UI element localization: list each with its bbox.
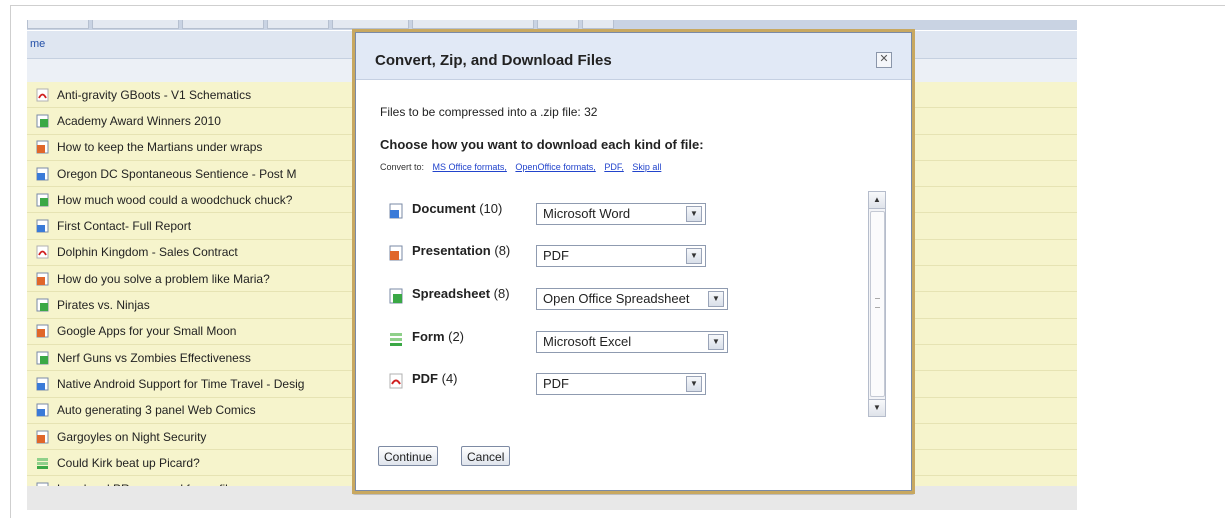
convert-to-row: Convert to: MS Office formats, OpenOffic… [380,162,661,172]
file-name[interactable]: Could Kirk beat up Picard? [57,456,200,470]
selected-value: Microsoft Excel [543,334,632,349]
document-icon [36,219,49,233]
document-format-select[interactable]: Microsoft Word ▼ [536,203,706,225]
chevron-down-icon[interactable]: ▼ [686,206,702,222]
file-type-count: (10) [479,201,503,216]
file-type-name: PDF [412,371,438,386]
file-name[interactable]: Dolphin Kingdom - Sales Contract [57,245,238,259]
scroll-up-icon[interactable]: ▲ [869,192,885,209]
dialog-body: Files to be compressed into a .zip file:… [356,80,911,490]
spreadsheet-icon [36,193,49,207]
tab-stub[interactable] [27,20,89,29]
file-name[interactable]: Google Apps for your Small Moon [57,324,236,338]
file-type-form: Form (2) Microsoft Excel ▼ [378,325,738,353]
file-type-name: Form [412,329,445,344]
spreadsheet-icon [36,351,49,365]
tab-stub[interactable] [412,20,534,29]
file-name[interactable]: Nerf Guns vs Zombies Effectiveness [57,351,251,365]
file-name[interactable]: Pirates vs. Ninjas [57,298,150,312]
tab-stub[interactable] [332,20,409,29]
file-type-name: Document [412,201,476,216]
close-icon[interactable]: ✕ [876,52,892,68]
pdf-format-select[interactable]: PDF ▼ [536,373,706,395]
file-name[interactable]: How to keep the Martians under wraps [57,140,262,154]
tab-stub[interactable] [92,20,179,29]
cancel-button[interactable]: Cancel [461,446,511,466]
file-type-count: (4) [441,371,458,386]
dialog-title: Convert, Zip, and Download Files [375,52,612,69]
file-name[interactable]: Oregon DC Spontaneous Sentience - Post M [57,167,296,181]
scroll-down-icon[interactable]: ▼ [869,399,885,416]
selected-value: PDF [543,248,569,263]
file-type-scrollbox: Document (10) Microsoft Word ▼ Presentat… [378,187,896,439]
pdf-icon [36,245,49,259]
form-icon [36,456,49,470]
file-type-pdf: PDF (4) PDF ▼ [378,367,738,395]
tab-stub[interactable] [537,20,579,29]
selected-value: PDF [543,376,569,391]
continue-button[interactable]: Continue [378,446,439,466]
tab-stub[interactable] [182,20,264,29]
convert-dialog: Convert, Zip, and Download Files ✕ Files… [355,32,912,491]
spreadsheet-icon [388,288,404,304]
tab-stub[interactable] [582,20,614,29]
skip-all-link[interactable]: Skip all [632,162,661,172]
chevron-down-icon[interactable]: ▼ [708,334,724,350]
file-name[interactable]: Academy Award Winners 2010 [57,114,221,128]
chevron-down-icon[interactable]: ▼ [686,248,702,264]
spreadsheet-icon [36,298,49,312]
pdf-icon [36,88,49,102]
file-type-name: Presentation [412,243,491,258]
file-type-document: Document (10) Microsoft Word ▼ [378,197,738,225]
convert-ms-office-link[interactable]: MS Office formats, [433,162,507,172]
file-name[interactable]: How much wood could a woodchuck chuck? [57,193,292,207]
file-name[interactable]: First Contact- Full Report [57,219,191,233]
chevron-down-icon[interactable]: ▼ [686,376,702,392]
file-name[interactable]: How do you solve a problem like Maria? [57,272,270,286]
file-type-spreadsheet: Spreadsheet (8) Open Office Spreadsheet … [378,282,738,310]
convert-pdf-link[interactable]: PDF, [604,162,624,172]
form-icon [388,331,404,347]
presentation-icon [36,430,49,444]
dialog-titlebar[interactable]: Convert, Zip, and Download Files ✕ [356,33,911,80]
selected-value: Open Office Spreadsheet [543,291,690,306]
vertical-scrollbar[interactable]: ▲ ▼ [868,191,886,417]
file-type-presentation: Presentation (8) PDF ▼ [378,239,738,267]
convert-openoffice-link[interactable]: OpenOffice formats, [515,162,595,172]
file-type-count: (2) [448,329,465,344]
chevron-down-icon[interactable]: ▼ [708,291,724,307]
header-link[interactable]: me [30,38,45,50]
spreadsheet-icon [36,114,49,128]
file-count-text: Files to be compressed into a .zip file:… [380,105,598,119]
file-type-count: (8) [494,243,511,258]
scroll-thumb[interactable] [870,211,885,397]
spreadsheet-format-select[interactable]: Open Office Spreadsheet ▼ [536,288,728,310]
document-icon [36,377,49,391]
presentation-icon [36,272,49,286]
tab-stub[interactable] [267,20,329,29]
presentation-icon [388,245,404,261]
presentation-icon [36,140,49,154]
presentation-icon [36,324,49,338]
file-name[interactable]: Native Android Support for Time Travel -… [57,377,304,391]
convert-to-label: Convert to: [380,162,425,172]
file-name[interactable]: Anti-gravity GBoots - V1 Schematics [57,88,251,102]
document-icon [388,203,404,219]
document-icon [36,167,49,181]
form-format-select[interactable]: Microsoft Excel ▼ [536,331,728,353]
document-icon [36,403,49,417]
file-name[interactable]: Auto generating 3 panel Web Comics [57,403,256,417]
presentation-format-select[interactable]: PDF ▼ [536,245,706,267]
pdf-icon [388,373,404,389]
file-name[interactable]: Gargoyles on Night Security [57,430,206,444]
selected-value: Microsoft Word [543,206,631,221]
choose-heading: Choose how you want to download each kin… [380,137,704,152]
file-type-name: Spreadsheet [412,286,491,301]
file-type-count: (8) [493,286,510,301]
